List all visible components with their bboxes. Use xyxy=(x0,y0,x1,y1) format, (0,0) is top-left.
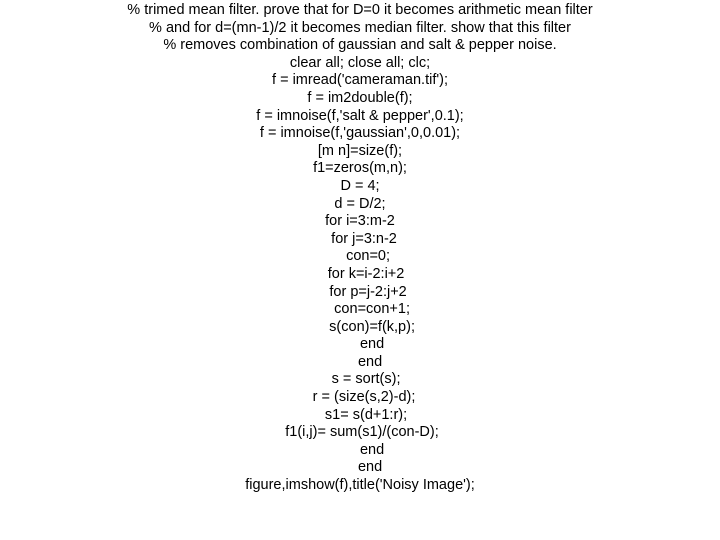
code-line: % removes combination of gaussian and sa… xyxy=(163,37,556,55)
code-line: for i=3:m-2 xyxy=(325,213,395,231)
code-line: end xyxy=(336,336,384,354)
code-line: s = sort(s); xyxy=(320,371,401,389)
code-line: f = imnoise(f,'salt & pepper',0.1); xyxy=(256,108,463,126)
code-line: d = D/2; xyxy=(334,196,385,214)
code-listing: % trimed mean filter. prove that for D=0… xyxy=(0,0,720,540)
code-line: f1=zeros(m,n); xyxy=(313,160,407,178)
code-line: end xyxy=(336,442,384,460)
code-line: D = 4; xyxy=(340,178,379,196)
code-line: con=con+1; xyxy=(310,301,410,319)
code-line: [m n]=size(f); xyxy=(318,143,402,161)
code-line: r = (size(s,2)-d); xyxy=(305,389,416,407)
code-line: s1= s(d+1:r); xyxy=(313,407,407,425)
code-line: figure,imshow(f),title('Noisy Image'); xyxy=(245,477,475,495)
code-line: end xyxy=(338,459,382,477)
code-line: f1(i,j)= sum(s1)/(con-D); xyxy=(281,424,439,442)
code-line: for k=i-2:i+2 xyxy=(316,266,405,284)
code-line: end xyxy=(338,354,382,372)
code-line: s(con)=f(k,p); xyxy=(305,319,415,337)
code-line: for p=j-2:j+2 xyxy=(313,284,407,302)
code-line: clear all; close all; clc; xyxy=(290,55,430,73)
code-line: for j=3:n-2 xyxy=(323,231,397,249)
code-line: % and for d=(mn-1)/2 it becomes median f… xyxy=(149,20,571,38)
code-line: f = imread('cameraman.tif'); xyxy=(272,72,448,90)
code-line: % trimed mean filter. prove that for D=0… xyxy=(127,2,592,20)
code-line: f = imnoise(f,'gaussian',0,0.01); xyxy=(260,125,460,143)
code-line: con=0; xyxy=(330,248,390,266)
code-line: f = im2double(f); xyxy=(307,90,412,108)
